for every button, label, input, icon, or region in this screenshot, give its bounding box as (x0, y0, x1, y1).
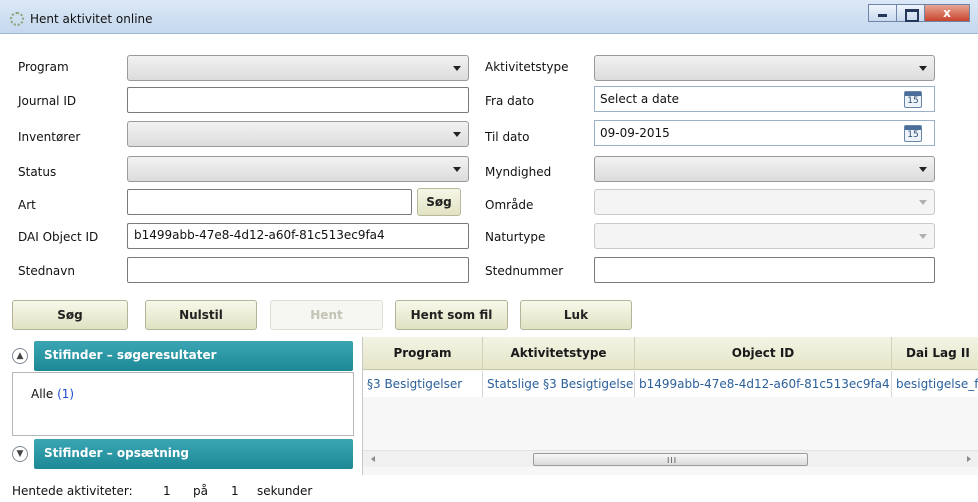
close-button[interactable]: Luk (520, 300, 632, 330)
status-seconds: 1 (231, 484, 239, 498)
chevron-down-icon[interactable]: ▼ (12, 446, 28, 462)
program-label: Program (18, 60, 69, 74)
results-tree: Alle (1) (12, 372, 354, 436)
table-row[interactable]: §3 Besigtigelser Statslige §3 Besigtigel… (363, 371, 978, 397)
search-button[interactable]: Søg (12, 300, 128, 330)
myndighed-label: Myndighed (485, 165, 552, 179)
til-dato-label: Til dato (485, 130, 530, 144)
results-panel-header[interactable]: ▲ Stifinder – søgeresultater (12, 341, 353, 371)
dai-object-id-label: DAI Object ID (18, 230, 99, 244)
setup-panel-title[interactable]: Stifinder – opsætning (34, 439, 353, 469)
reset-button[interactable]: Nulstil (145, 300, 257, 330)
column-header-dai-lag[interactable]: Dai Lag II (892, 337, 978, 370)
window-controls: x (868, 4, 970, 22)
fra-dato-picker[interactable]: Select a date 15 (594, 86, 935, 112)
journal-id-input[interactable] (127, 87, 469, 113)
maximize-icon[interactable] (896, 4, 924, 22)
hent-aktivitet-window: Hent aktivitet online x Program Journal … (0, 0, 978, 502)
journal-id-label: Journal ID (18, 94, 77, 108)
status-bar: Hentede aktiviteter: 1 på 1 sekunder (0, 478, 978, 502)
results-panel-title[interactable]: Stifinder – søgeresultater (34, 341, 353, 371)
stednavn-input[interactable] (127, 257, 469, 283)
chevron-down-icon (919, 167, 927, 172)
omraade-label: Område (485, 198, 534, 212)
chevron-down-icon (453, 132, 461, 137)
column-header-aktivitetstype[interactable]: Aktivitetstype (483, 337, 635, 370)
inventorer-combo[interactable] (127, 121, 469, 147)
art-input[interactable] (127, 189, 412, 215)
horizontal-scrollbar[interactable]: III (363, 450, 978, 467)
column-header-program[interactable]: Program (363, 337, 483, 370)
status-label: Hentede aktiviteter: (12, 484, 133, 498)
til-dato-picker[interactable]: 09-09-2015 15 (594, 120, 935, 146)
chevron-down-icon (919, 200, 927, 205)
omraade-combo (594, 189, 935, 215)
stednummer-input[interactable] (594, 257, 935, 283)
close-icon[interactable]: x (924, 4, 970, 22)
minimize-icon[interactable] (868, 4, 896, 22)
fetch-as-file-button[interactable]: Hent som fil (395, 300, 508, 330)
cell-object-id[interactable]: b1499abb-47e8-4d12-a60f-81c513ec9fa4 (635, 371, 892, 397)
status-combo[interactable] (127, 156, 469, 182)
grid-header: Program Aktivitetstype Object ID Dai Lag… (363, 337, 978, 370)
cell-dai-lag[interactable]: besigtigelse_f (892, 371, 978, 397)
tree-item-count[interactable]: (1) (57, 387, 74, 401)
stednavn-label: Stednavn (18, 264, 75, 278)
scrollbar-thumb[interactable]: III (533, 453, 808, 466)
status-in-label: på (193, 484, 208, 498)
dai-object-id-input[interactable]: b1499abb-47e8-4d12-a60f-81c513ec9fa4 (127, 223, 469, 249)
scroll-right-icon[interactable] (967, 456, 971, 462)
status-count: 1 (163, 484, 171, 498)
chevron-down-icon (453, 167, 461, 172)
calendar-icon[interactable]: 15 (904, 125, 922, 142)
inventorer-label: Inventører (18, 130, 81, 144)
stednummer-label: Stednummer (485, 264, 564, 278)
column-header-object-id[interactable]: Object ID (635, 337, 892, 370)
window-title: Hent aktivitet online (30, 12, 153, 26)
cell-program[interactable]: §3 Besigtigelser (363, 371, 483, 397)
art-search-button[interactable]: Søg (417, 188, 461, 216)
setup-panel-header[interactable]: ▼ Stifinder – opsætning (12, 439, 353, 469)
grip-icon: III (667, 456, 678, 465)
chevron-down-icon (453, 66, 461, 71)
chevron-up-icon[interactable]: ▲ (12, 348, 28, 364)
results-grid: Program Aktivitetstype Object ID Dai Lag… (362, 337, 978, 475)
myndighed-combo[interactable] (594, 156, 935, 182)
scroll-left-icon[interactable] (371, 456, 375, 462)
app-icon (10, 12, 24, 26)
calendar-icon[interactable]: 15 (904, 91, 922, 108)
chevron-down-icon (919, 66, 927, 71)
art-label: Art (18, 198, 36, 212)
aktivitetstype-label: Aktivitetstype (485, 60, 569, 74)
fetch-button: Hent (270, 300, 383, 330)
chevron-down-icon (919, 234, 927, 239)
cell-aktivitetstype[interactable]: Statslige §3 Besigtigelser (483, 371, 635, 397)
aktivitetstype-combo[interactable] (594, 55, 935, 81)
naturtype-label: Naturtype (485, 230, 546, 244)
title-bar: Hent aktivitet online x (0, 0, 978, 34)
tree-item-alle[interactable]: Alle (1) (31, 387, 74, 401)
status-seconds-label: sekunder (257, 484, 313, 498)
naturtype-combo (594, 223, 935, 249)
tree-item-label[interactable]: Alle (31, 387, 53, 401)
fra-dato-value[interactable]: Select a date (600, 92, 679, 106)
til-dato-value[interactable]: 09-09-2015 (600, 126, 670, 140)
status-label: Status (18, 165, 57, 179)
program-combo[interactable] (127, 55, 469, 81)
fra-dato-label: Fra dato (485, 94, 535, 108)
